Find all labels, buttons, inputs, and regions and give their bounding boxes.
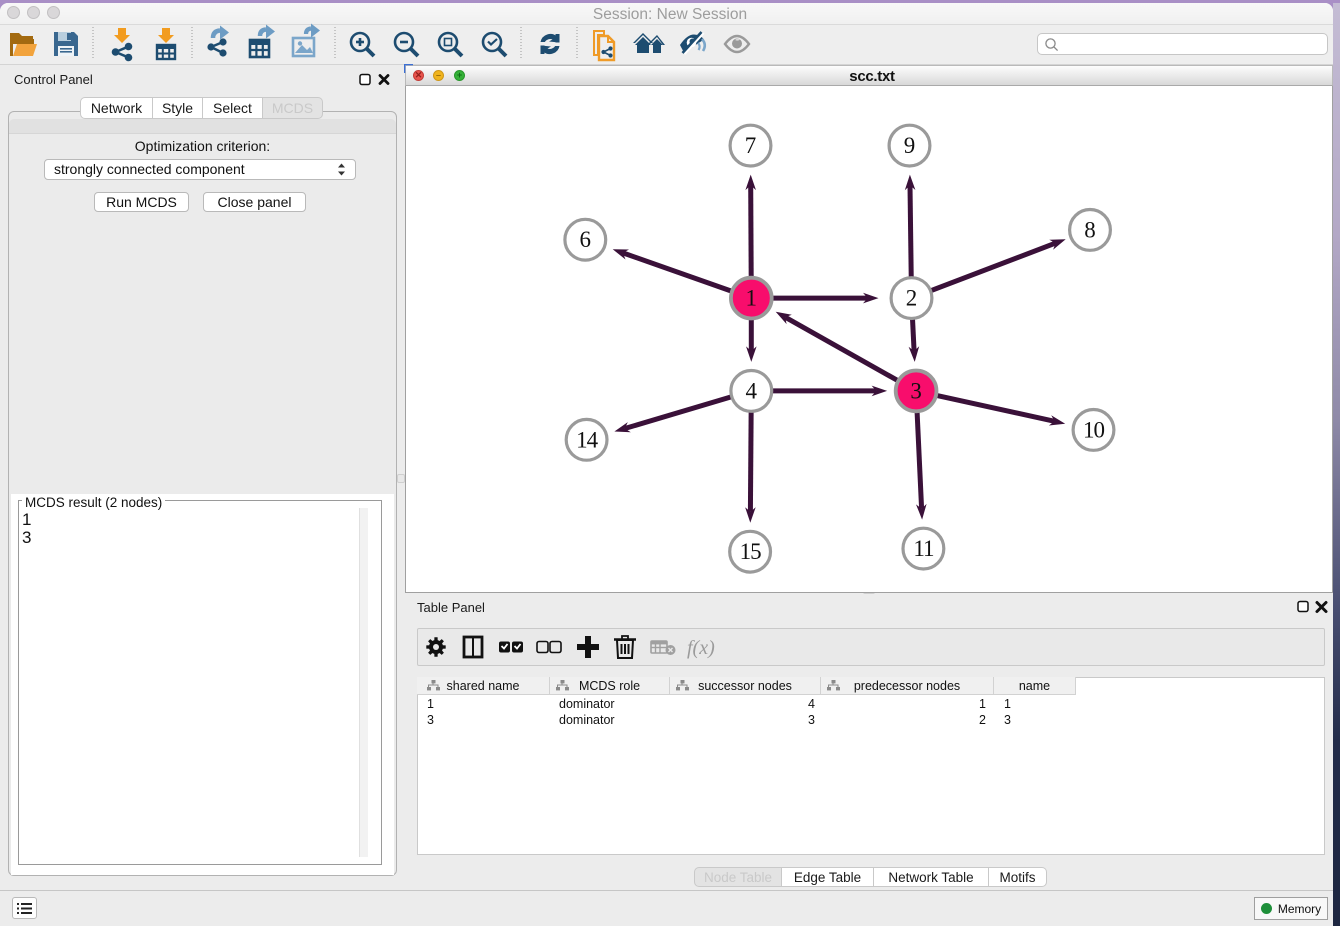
svg-text:2: 2: [906, 286, 918, 311]
svg-text:10: 10: [1083, 417, 1105, 442]
svg-text:3: 3: [910, 378, 922, 403]
svg-text:9: 9: [904, 133, 916, 158]
svg-text:f(x): f(x): [687, 637, 715, 659]
svg-text:4: 4: [746, 378, 758, 403]
svg-text:11: 11: [913, 536, 934, 561]
svg-text:1: 1: [746, 286, 758, 311]
svg-text:6: 6: [580, 227, 592, 252]
svg-text:8: 8: [1084, 217, 1096, 242]
svg-text:15: 15: [740, 539, 762, 564]
svg-text:7: 7: [745, 133, 757, 158]
svg-text:14: 14: [576, 427, 599, 452]
